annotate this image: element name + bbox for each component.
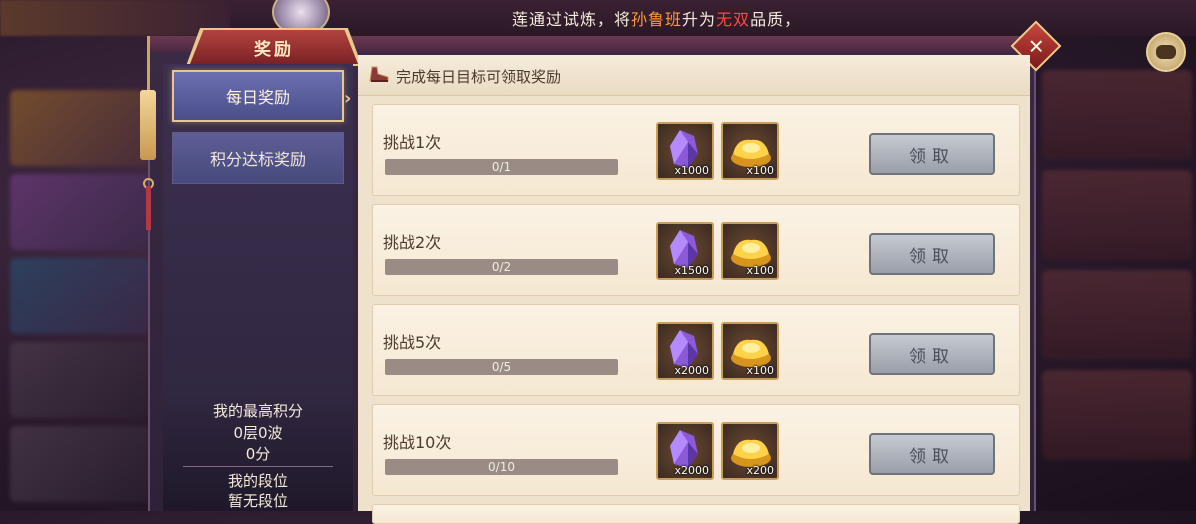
progress-bar: 0/10 — [385, 459, 618, 475]
tab-score-rewards[interactable]: 积分达标奖励 — [172, 132, 344, 184]
gold-count: x100 — [746, 164, 774, 177]
background-tile — [10, 258, 150, 334]
background-title — [0, 0, 230, 36]
reward-row: 挑战5次 0/5 x2000 x100 领取 — [372, 304, 1020, 396]
best-score-waves: 0层0波 — [233, 424, 283, 442]
background-tile — [10, 174, 150, 250]
progress-text: 0/10 — [488, 460, 515, 474]
crystal-count: x1500 — [674, 264, 709, 277]
best-score-points: 0分 — [245, 445, 271, 463]
progress-bar: 0/5 — [385, 359, 618, 375]
reward-item-gold[interactable]: x200 — [721, 422, 779, 480]
broadcast-quality: 无双 — [716, 10, 751, 29]
gold-count: x200 — [746, 464, 774, 477]
progress-text: 0/1 — [491, 160, 512, 174]
content-title: 完成每日目标可领取奖励 — [396, 68, 562, 86]
close-icon: ✕ — [1027, 33, 1045, 58]
crystal-count: x2000 — [674, 364, 709, 377]
reward-title: 挑战5次 — [383, 333, 442, 352]
tab-daily-rewards-label: 每日奖励 — [225, 88, 290, 107]
reward-title: 挑战10次 — [383, 433, 452, 452]
gold-count: x100 — [746, 364, 774, 377]
claim-button[interactable]: 领取 — [869, 233, 995, 275]
background-side-panel — [1036, 40, 1196, 511]
crystal-count: x2000 — [674, 464, 709, 477]
background-tile — [1042, 170, 1192, 260]
reward-row: 挑战10次 0/10 x2000 x200 领取 — [372, 404, 1020, 496]
tab-score-rewards-label: 积分达标奖励 — [209, 150, 306, 169]
shoe-icon — [369, 66, 389, 82]
rank-label: 我的段位 — [227, 472, 288, 490]
dialog-title-tab: 奖励 — [190, 30, 358, 64]
dialog-title: 奖励 — [254, 39, 294, 60]
reward-sidebar: 每日奖励 › 积分达标奖励 我的最高积分 0层0波 0分 我的段位 暂无段位 — [163, 64, 353, 511]
gold-count: x100 — [746, 264, 774, 277]
reward-item-gold[interactable]: x100 — [721, 122, 779, 180]
reward-row: 挑战2次 0/2 x1500 x100 领取 — [372, 204, 1020, 296]
reward-item-crystal[interactable]: x1500 — [656, 222, 714, 280]
claim-button-label: 领取 — [909, 446, 955, 467]
reward-title: 挑战1次 — [383, 133, 442, 152]
background-tile — [10, 90, 150, 166]
claim-button-label: 领取 — [909, 146, 955, 167]
reward-title: 挑战2次 — [383, 233, 442, 252]
reward-row: 挑战1次 0/1 x1000 x100 领取 — [372, 104, 1020, 196]
claim-button[interactable]: 领取 — [869, 133, 995, 175]
background-tile — [1042, 270, 1192, 360]
broadcast-message: 莲通过试炼，将孙鲁班升为无双品质， — [512, 6, 801, 30]
reward-row-partial — [372, 504, 1020, 524]
rank-value: 暂无段位 — [227, 492, 288, 510]
background-tile — [1042, 370, 1192, 460]
claim-button[interactable]: 领取 — [869, 433, 995, 475]
claim-button-label: 领取 — [909, 246, 955, 267]
broadcast-pre: 莲通过试炼，将 — [512, 10, 632, 29]
background-tile — [1042, 70, 1192, 160]
reward-item-gold[interactable]: x100 — [721, 322, 779, 380]
progress-bar: 0/1 — [385, 159, 618, 175]
crystal-count: x1000 — [674, 164, 709, 177]
tab-daily-rewards[interactable]: 每日奖励 — [172, 70, 344, 122]
broadcast-post: 品质， — [750, 10, 802, 29]
reward-item-crystal[interactable]: x1000 — [656, 122, 714, 180]
background-tile — [10, 342, 150, 418]
background-leaderboard — [0, 40, 160, 511]
best-score-label: 我的最高积分 — [212, 402, 303, 420]
claim-button-label: 领取 — [909, 346, 955, 367]
chevron-right-icon: › — [344, 88, 352, 109]
reward-item-gold[interactable]: x100 — [721, 222, 779, 280]
claim-button[interactable]: 领取 — [869, 333, 995, 375]
broadcast-mid: 升为 — [682, 10, 717, 29]
tassel-ornament — [140, 36, 158, 236]
chat-icon[interactable] — [1146, 32, 1186, 72]
divider — [183, 466, 333, 467]
content-header: 完成每日目标可领取奖励 — [358, 55, 1030, 96]
broadcast-hero: 孙鲁班 — [631, 10, 683, 29]
progress-text: 0/2 — [491, 260, 512, 274]
progress-text: 0/5 — [491, 360, 512, 374]
progress-bar: 0/2 — [385, 259, 618, 275]
reward-item-crystal[interactable]: x2000 — [656, 322, 714, 380]
background-tile — [10, 426, 150, 502]
reward-list-panel: 完成每日目标可领取奖励 挑战1次 0/1 x1000 x100 领取 挑战2次 … — [358, 55, 1030, 524]
reward-item-crystal[interactable]: x2000 — [656, 422, 714, 480]
